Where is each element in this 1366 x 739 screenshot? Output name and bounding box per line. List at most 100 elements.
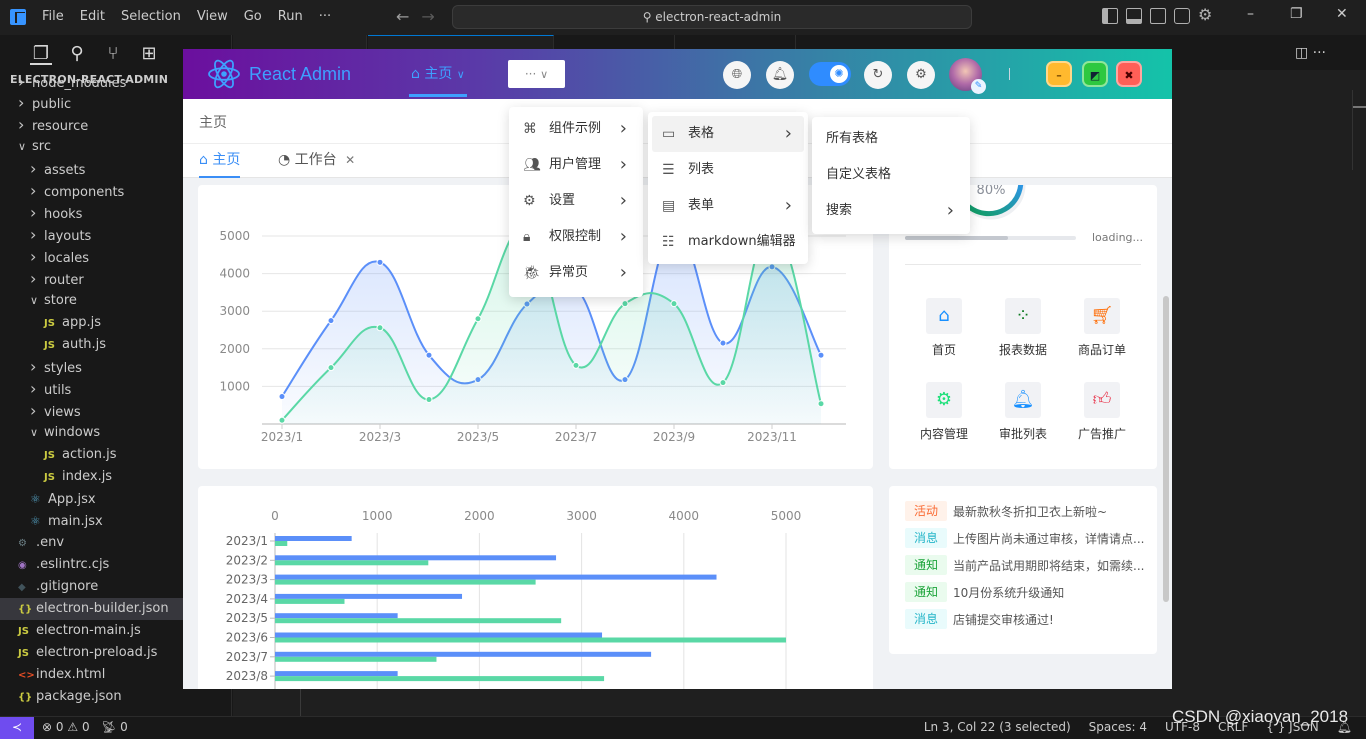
bar-chart: 0 1000 2000 3000 4000 5000 2023/1 2023/2 2023/3 2… <box>226 509 801 689</box>
edit-pencil-icon[interactable]: ✎ <box>971 79 986 94</box>
x-tick-label: 2023/11 <box>747 430 797 444</box>
menu-item[interactable]: View <box>197 9 236 24</box>
menu-item[interactable]: ⌘ 组件示例 › <box>513 111 639 147</box>
menu-item[interactable]: 🔒︎ 权限控制 › <box>513 219 639 255</box>
tree-item[interactable]: {} package.json <box>0 686 232 708</box>
menu-item[interactable]: 🐞︎ 异常页 › <box>513 255 639 291</box>
shortcut-item[interactable]: 👍︎ 广告推广 <box>1067 382 1137 442</box>
language-icon[interactable]: 🌐︎ <box>723 61 751 89</box>
menu-item-label: 自定义表格 <box>826 167 892 182</box>
news-item[interactable]: 通知 10月份系统升级通知 <box>905 582 1064 602</box>
toggle-panel-icon[interactable] <box>1126 8 1142 24</box>
menu-item[interactable]: Go <box>244 9 270 24</box>
js-file-icon: JS <box>44 318 55 329</box>
minimap-slider[interactable] <box>1352 90 1366 170</box>
close-window-icon[interactable]: ✕ <box>1336 6 1348 22</box>
menu-item[interactable]: Run <box>278 9 311 24</box>
back-arrow-icon[interactable]: ← <box>396 7 409 26</box>
news-card: 活动 最新款秋冬折扣卫衣上新啦~ 消息 上传图片尚未通过审核，详情请点... 通知 当前产… <box>889 486 1157 654</box>
menu-item[interactable]: 所有表格 <box>816 121 966 157</box>
menu-item[interactable]: ▭ 表格 › <box>652 116 804 152</box>
search-icon[interactable]: ⚲ <box>66 43 88 65</box>
feedback-icon[interactable] <box>1174 8 1190 24</box>
error-icon: ⊗ <box>42 720 53 734</box>
command-center[interactable]: ⚲ electron-react-admin <box>452 5 972 29</box>
theme-toggle[interactable]: ✺ <box>809 62 851 86</box>
indentation[interactable]: Spaces: 4 <box>1089 720 1147 734</box>
menu-item[interactable]: ☷ markdown编辑器 <box>652 224 804 260</box>
sun-icon: ✺ <box>830 65 848 83</box>
menu-item-label: 权限控制 <box>549 229 602 244</box>
chevron-right-icon: › <box>30 203 37 222</box>
tab-home[interactable]: ⌂ 主页 <box>199 144 241 178</box>
close-tab-icon[interactable]: ✕ <box>345 153 355 167</box>
settings-icon[interactable]: ⚙ <box>907 61 935 89</box>
news-item[interactable]: 消息 店铺提交审核通过! <box>905 609 1054 629</box>
news-item[interactable]: 消息 上传图片尚未通过审核，详情请点... <box>905 528 1144 548</box>
menu-item[interactable]: ▤ 表单 › <box>652 188 804 224</box>
app-close-button[interactable]: ✖ <box>1116 61 1142 87</box>
menu-item[interactable]: ··· <box>319 9 339 24</box>
cart-icon: 🛒︎ <box>1084 298 1120 334</box>
brand-title: React Admin <box>249 63 352 84</box>
avatar[interactable]: ✎ <box>949 58 986 94</box>
minimize-window-icon[interactable]: – <box>1247 6 1254 22</box>
progress-label: loading... <box>1092 231 1144 244</box>
breadcrumb-item[interactable]: 主页 <box>199 112 227 132</box>
menu-item-label: 异常页 <box>549 265 589 280</box>
menu-item[interactable]: ☰ 列表 <box>652 152 804 188</box>
nav-home[interactable]: ⌂ 主页 ∨ <box>409 49 467 97</box>
tab-workbench[interactable]: ◔ 工作台 ✕ <box>278 144 355 178</box>
news-item[interactable]: 活动 最新款秋冬折扣卫衣上新啦~ <box>905 501 1107 521</box>
chevron-right-icon: › <box>619 190 627 211</box>
bell-icon[interactable]: 🔔︎ <box>766 61 794 89</box>
shortcut-item[interactable]: 🛒︎ 商品订单 <box>1067 298 1137 358</box>
shortcut-item[interactable]: 🔔︎ 审批列表 <box>988 382 1058 442</box>
extensions-icon[interactable]: ⊞ <box>138 43 160 65</box>
cursor-position[interactable]: Ln 3, Col 22 (3 selected) <box>924 720 1071 734</box>
js-file-icon: JS <box>44 340 55 351</box>
warning-icon: ⚠ <box>67 720 79 734</box>
forward-arrow-icon[interactable]: → <box>421 7 434 26</box>
y-tick-label: 4000 <box>219 267 250 281</box>
toggle-sidebar-icon[interactable] <box>1102 8 1118 24</box>
users-icon: 👥︎ <box>523 157 541 173</box>
shortcut-item[interactable]: ⌂ 首页 <box>909 298 979 358</box>
menu-item[interactable]: File <box>42 9 72 24</box>
refresh-icon[interactable]: ↻ <box>864 61 892 89</box>
shortcut-item[interactable]: ⁘ 报表数据 <box>988 298 1058 358</box>
chevron-right-icon: › <box>30 225 37 244</box>
menu-item[interactable]: Selection <box>121 9 189 24</box>
restore-window-icon[interactable]: ❐ <box>1290 6 1303 22</box>
menu-item[interactable]: 👥︎ 用户管理 › <box>513 147 639 183</box>
app-maximize-button[interactable]: ◩ <box>1082 61 1108 87</box>
remote-icon[interactable]: ≺ <box>0 717 34 739</box>
source-control-icon[interactable]: ⑂ <box>102 43 124 65</box>
y-tick-label: 2023/5 <box>226 611 268 625</box>
shortcut-item[interactable]: ⚙ 内容管理 <box>909 382 979 442</box>
x-tick-label: 4000 <box>669 509 700 523</box>
nav-home-label: 主页 <box>424 66 453 82</box>
more-nav-button[interactable]: ··· ∨ <box>508 60 565 88</box>
y-tick-label: 2023/4 <box>226 592 268 606</box>
menu-item[interactable]: Edit <box>80 9 113 24</box>
split-editor-icon[interactable]: ◫ ··· <box>1295 45 1326 61</box>
settings-gear-icon[interactable]: ⚙ <box>1198 7 1212 24</box>
gear-icon: ⚙ <box>926 382 962 418</box>
news-tag: 通知 <box>905 582 947 602</box>
news-item[interactable]: 通知 当前产品试用期即将结束，如需续... <box>905 555 1144 575</box>
status-left[interactable]: ⊗ 0 ⚠ 0 📡︎ 0 <box>42 720 128 734</box>
menu-item[interactable]: 搜索 › <box>816 193 966 229</box>
tree-item-label: node_modules <box>32 80 127 91</box>
vscode-titlebar: File Edit Selection View Go Run ··· ← → ⚲ elect… <box>0 0 1366 35</box>
data-point <box>327 364 335 372</box>
bar-series-green <box>275 560 429 566</box>
app-minimize-button[interactable]: – <box>1046 61 1072 87</box>
app-scrollbar[interactable] <box>1163 296 1169 602</box>
menu-item[interactable]: 自定义表格 <box>816 157 966 193</box>
explorer-icon[interactable]: ❐ <box>30 43 52 65</box>
menu-item[interactable]: ⚙ 设置 › <box>513 183 639 219</box>
chevron-right-icon: › <box>784 123 792 144</box>
data-point <box>670 300 678 308</box>
toggle-secondary-sidebar-icon[interactable] <box>1150 8 1166 24</box>
